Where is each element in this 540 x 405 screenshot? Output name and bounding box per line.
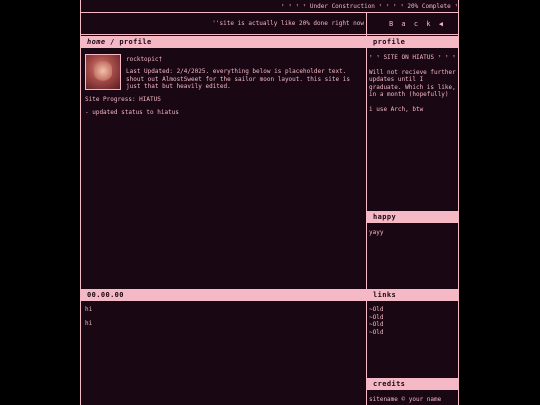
credits-content: sitename © your name <box>369 396 457 404</box>
arch-note: i use Arch, btw <box>369 105 424 113</box>
happy-title: happy <box>373 213 397 221</box>
construction-ticker: ᵎ ᵎ ᵎ ᵎ Under Construction ᵎ ᵎ ᵎ ᵎ 20% C… <box>81 0 458 13</box>
back-button[interactable]: B a c k ◀ <box>366 13 459 35</box>
bottom-header-bar: 00.00.00 <box>81 289 366 301</box>
side-profile-header: profile <box>367 36 458 48</box>
username: rocktopic† <box>126 56 163 63</box>
marquee-text: ''site is actually like 20% done right n… <box>212 20 364 27</box>
page-frame: ᵎ ᵎ ᵎ ᵎ Under Construction ᵎ ᵎ ᵎ ᵎ 20% C… <box>80 0 459 405</box>
happy-content: yayy <box>369 229 457 237</box>
links-title: links <box>373 291 397 299</box>
links-header: links <box>367 289 458 301</box>
bottom-line-2: hi <box>85 319 93 327</box>
avatar <box>85 54 121 90</box>
credits-header: credits <box>367 378 458 390</box>
links-list: ~Old ~Old ~Old ~Old <box>369 306 457 336</box>
site-progress: Site Progress: HIATUS <box>85 96 161 103</box>
main-header-bar: home / profile <box>81 36 366 48</box>
breadcrumb-sep: / <box>105 38 120 46</box>
ticker-text: ᵎ ᵎ ᵎ ᵎ Under Construction ᵎ ᵎ ᵎ ᵎ 20% C… <box>281 3 458 10</box>
home-link[interactable]: home <box>87 38 105 46</box>
link-old-4[interactable]: ~Old <box>369 329 457 337</box>
bottom-content: hi hi <box>85 306 92 327</box>
side-profile-title: profile <box>373 38 406 46</box>
status-update: - updated status to hiatus <box>85 109 179 116</box>
happy-text: yayy <box>369 229 384 236</box>
hiatus-note: Will not recieve further updates until I… <box>369 68 456 99</box>
link-old-3[interactable]: ~Old <box>369 321 457 329</box>
side-profile-content: ᵎ ᵎ SITE ON HIATUS ᵎ ᵎ ᵎ Will not reciev… <box>369 54 457 113</box>
back-label: B a c k ◀ <box>389 20 445 28</box>
bottom-line-1: hi <box>85 306 93 313</box>
last-updated-text: Last Updated: 2/4/2025. everything below… <box>126 68 350 90</box>
happy-header: happy <box>367 211 458 223</box>
bottom-title: 00.00.00 <box>87 291 124 299</box>
hiatus-notice: ᵎ ᵎ SITE ON HIATUS ᵎ ᵎ ᵎ <box>369 54 456 61</box>
breadcrumb-page: profile <box>119 38 152 46</box>
link-old-1[interactable]: ~Old <box>369 306 457 314</box>
credits-title: credits <box>373 380 406 388</box>
marquee-bar: ''site is actually like 20% done right n… <box>81 13 366 35</box>
credits-text: sitename © your name <box>369 396 442 403</box>
link-old-2[interactable]: ~Old <box>369 314 457 322</box>
